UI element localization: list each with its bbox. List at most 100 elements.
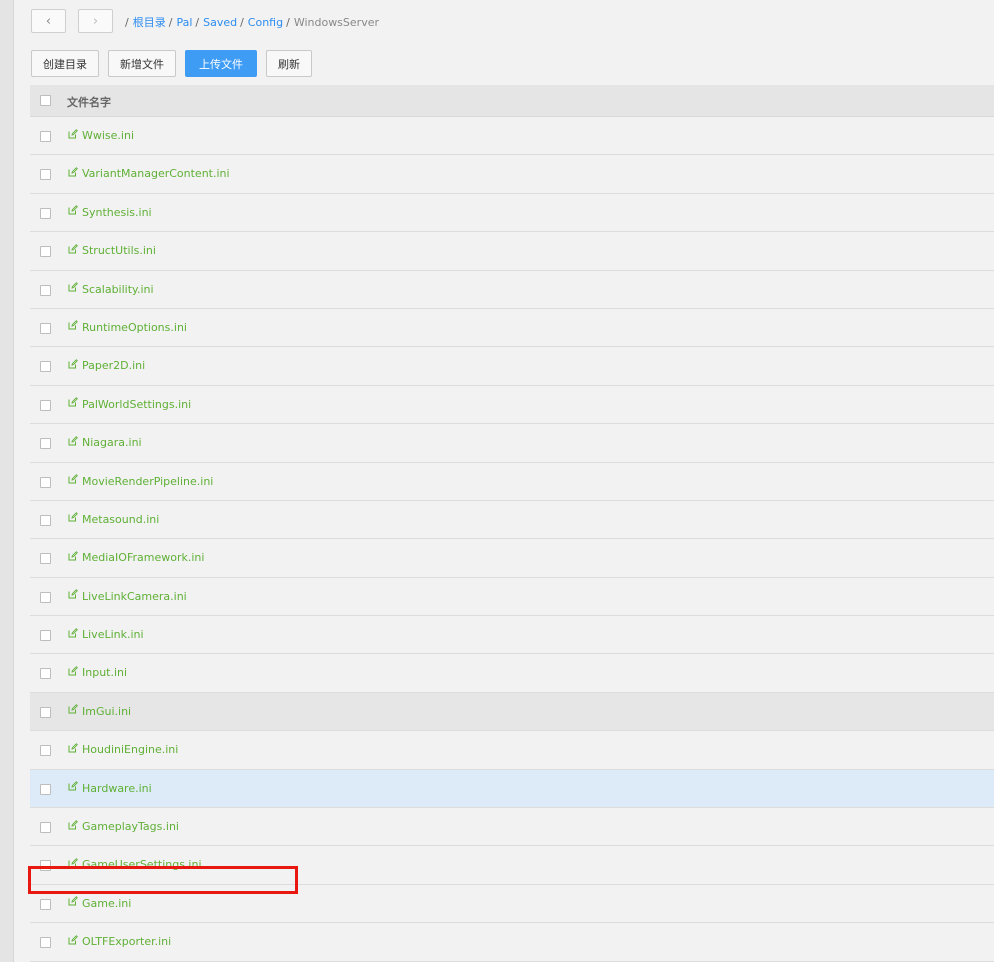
file-link[interactable]: LiveLinkCamera.ini bbox=[68, 589, 187, 603]
row-checkbox[interactable] bbox=[40, 246, 51, 258]
upload-file-button[interactable]: 上传文件 bbox=[185, 50, 257, 77]
new-file-button[interactable]: 新增文件 bbox=[108, 50, 176, 77]
file-link[interactable]: PalWorldSettings.ini bbox=[68, 397, 192, 411]
row-checkbox[interactable] bbox=[40, 630, 51, 642]
file-link[interactable]: Game.ini bbox=[68, 896, 131, 910]
breadcrumb-saved[interactable]: Saved bbox=[203, 16, 237, 29]
breadcrumb-config[interactable]: Config bbox=[248, 16, 283, 29]
edit-icon bbox=[68, 282, 78, 292]
row-checkbox[interactable] bbox=[40, 898, 51, 910]
table-row[interactable]: Paper2D.ini bbox=[30, 347, 994, 386]
row-checkbox[interactable] bbox=[40, 822, 51, 834]
column-header-filename: 文件名字 bbox=[67, 96, 111, 109]
row-checkbox[interactable] bbox=[40, 399, 51, 411]
file-name: Scalability.ini bbox=[82, 282, 154, 296]
row-checkbox[interactable] bbox=[40, 284, 51, 296]
file-link[interactable]: Metasound.ini bbox=[68, 512, 160, 526]
table-row[interactable]: Metasound.ini bbox=[30, 500, 994, 540]
file-link[interactable]: RuntimeOptions.ini bbox=[68, 320, 187, 334]
file-link[interactable]: LiveLink.ini bbox=[68, 627, 144, 642]
file-link[interactable]: MovieRenderPipeline.ini bbox=[68, 474, 214, 488]
row-checkbox[interactable] bbox=[40, 668, 51, 680]
toolbar: 创建目录 新增文件 上传文件 刷新 bbox=[31, 50, 312, 77]
row-checkbox[interactable] bbox=[40, 438, 51, 450]
file-name: MovieRenderPipeline.ini bbox=[82, 474, 214, 488]
file-link[interactable]: Hardware.ini bbox=[68, 781, 152, 795]
file-name: OLTFExporter.ini bbox=[82, 935, 172, 949]
table-row[interactable]: StructUtils.ini bbox=[30, 232, 994, 271]
file-link[interactable]: HoudiniEngine.ini bbox=[68, 742, 178, 756]
file-link[interactable]: VariantManagerContent.ini bbox=[68, 167, 230, 180]
table-row[interactable]: LiveLinkCamera.ini bbox=[30, 577, 994, 617]
edit-icon bbox=[68, 167, 78, 177]
table-row[interactable]: Hardware.ini bbox=[30, 769, 994, 809]
file-link[interactable]: GameUserSettings.ini bbox=[68, 858, 202, 871]
row-checkbox[interactable] bbox=[40, 860, 51, 872]
file-link[interactable]: Input.ini bbox=[68, 666, 127, 679]
row-checkbox[interactable] bbox=[40, 937, 51, 949]
edit-icon bbox=[68, 742, 78, 753]
file-link[interactable]: Paper2D.ini bbox=[68, 359, 145, 372]
table-row[interactable]: GameUserSettings.ini bbox=[30, 846, 994, 885]
table-row[interactable]: GameplayTags.ini bbox=[30, 808, 994, 847]
edit-icon bbox=[68, 359, 78, 369]
row-checkbox[interactable] bbox=[40, 207, 51, 219]
row-checkbox[interactable] bbox=[40, 322, 51, 334]
row-checkbox[interactable] bbox=[40, 169, 51, 181]
table-row[interactable]: Niagara.ini bbox=[30, 424, 994, 463]
file-name: PalWorldSettings.ini bbox=[82, 397, 192, 411]
edit-icon bbox=[68, 550, 78, 561]
forward-button[interactable]: › bbox=[78, 9, 113, 33]
file-link[interactable]: Niagara.ini bbox=[68, 435, 142, 450]
file-link[interactable]: StructUtils.ini bbox=[68, 243, 156, 257]
breadcrumb-pal[interactable]: Pal bbox=[176, 16, 192, 29]
table-row[interactable]: VariantManagerContent.ini bbox=[30, 155, 994, 194]
table-row[interactable]: Input.ini bbox=[30, 654, 994, 693]
row-checkbox[interactable] bbox=[40, 476, 51, 488]
back-button[interactable]: ‹ bbox=[31, 9, 66, 33]
file-link[interactable]: Synthesis.ini bbox=[68, 205, 152, 219]
table-row[interactable]: Synthesis.ini bbox=[30, 193, 994, 233]
file-name: Synthesis.ini bbox=[82, 205, 152, 219]
row-checkbox[interactable] bbox=[40, 553, 51, 565]
edit-icon bbox=[68, 819, 78, 830]
table-row[interactable]: Scalability.ini bbox=[30, 270, 994, 309]
row-checkbox[interactable] bbox=[40, 514, 51, 526]
table-row[interactable]: OLTFExporter.ini bbox=[30, 923, 994, 962]
file-name: LiveLink.ini bbox=[82, 628, 144, 642]
table-row[interactable]: HoudiniEngine.ini bbox=[30, 731, 994, 770]
table-row[interactable]: Wwise.ini bbox=[30, 117, 994, 156]
file-name: Niagara.ini bbox=[82, 436, 142, 450]
file-name: RuntimeOptions.ini bbox=[82, 320, 187, 334]
create-directory-button[interactable]: 创建目录 bbox=[31, 50, 99, 77]
file-name: Paper2D.ini bbox=[82, 359, 146, 373]
row-checkbox[interactable] bbox=[40, 591, 51, 603]
table-row[interactable]: MovieRenderPipeline.ini bbox=[30, 462, 994, 501]
file-name: ImGui.ini bbox=[82, 704, 132, 718]
edit-icon bbox=[68, 589, 78, 599]
table-row[interactable]: RuntimeOptions.ini bbox=[30, 308, 994, 348]
breadcrumb-root[interactable]: 根目录 bbox=[133, 14, 166, 30]
table-row[interactable]: Game.ini bbox=[30, 884, 994, 924]
table-row[interactable]: ImGui.ini bbox=[30, 692, 994, 732]
file-link[interactable]: GameplayTags.ini bbox=[68, 819, 179, 833]
file-link[interactable]: ImGui.ini bbox=[68, 704, 132, 718]
file-link[interactable]: MediaIOFramework.ini bbox=[68, 550, 204, 564]
file-table: 文件名字 Wwise.ini VariantManagerContent.ini S… bbox=[30, 85, 994, 962]
table-row[interactable]: MediaIOFramework.ini bbox=[30, 539, 994, 578]
file-link[interactable]: Scalability.ini bbox=[68, 282, 154, 296]
table-row[interactable]: LiveLink.ini bbox=[30, 616, 994, 655]
row-checkbox[interactable] bbox=[40, 706, 51, 718]
select-all-checkbox[interactable] bbox=[40, 95, 51, 106]
row-checkbox[interactable] bbox=[40, 783, 51, 795]
file-link[interactable]: Wwise.ini bbox=[68, 128, 135, 142]
row-checkbox[interactable] bbox=[40, 745, 51, 757]
refresh-button[interactable]: 刷新 bbox=[266, 50, 312, 77]
table-row[interactable]: PalWorldSettings.ini bbox=[30, 385, 994, 425]
file-name: Metasound.ini bbox=[82, 512, 160, 526]
row-checkbox[interactable] bbox=[40, 131, 51, 142]
row-checkbox[interactable] bbox=[40, 361, 51, 373]
breadcrumb-separator: / bbox=[240, 15, 244, 29]
file-name: Wwise.ini bbox=[82, 129, 135, 142]
file-link[interactable]: OLTFExporter.ini bbox=[68, 934, 172, 949]
